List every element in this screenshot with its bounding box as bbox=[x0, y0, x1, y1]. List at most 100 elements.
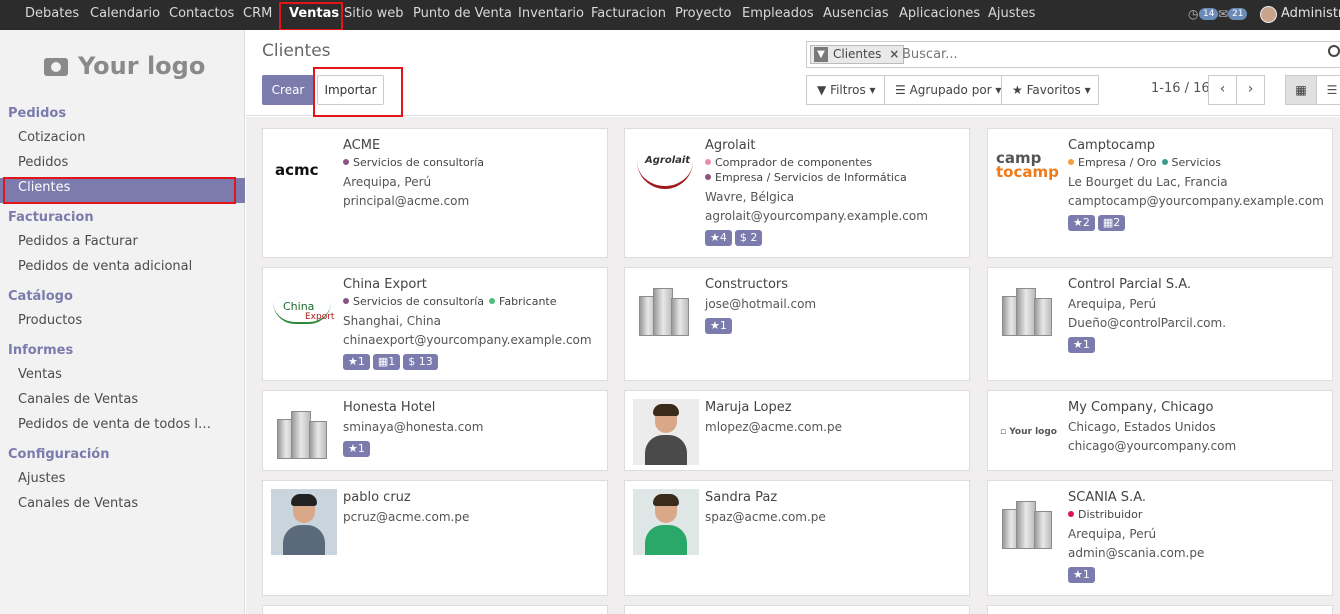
tag-dot bbox=[705, 159, 711, 165]
stat-badge[interactable]: ★1 bbox=[705, 318, 732, 334]
customer-name[interactable]: Maruja Lopez bbox=[705, 400, 792, 415]
logo-text: Export bbox=[305, 312, 335, 322]
customer-card[interactable]: Control Parcial S.A. Arequipa, Perú Dueño@… bbox=[987, 267, 1333, 381]
stat-badge[interactable]: ★1 bbox=[343, 354, 370, 370]
facet-remove-icon[interactable]: × bbox=[889, 47, 899, 61]
search-facet[interactable]: ▼ Clientes × bbox=[810, 45, 905, 64]
customer-name[interactable]: My Company, Chicago bbox=[1068, 400, 1213, 415]
create-button[interactable]: Crear bbox=[262, 75, 314, 105]
sidebar-item-canales-ventas-config[interactable]: Canales de Ventas bbox=[18, 496, 213, 511]
building-shape bbox=[309, 421, 327, 459]
menu-crm[interactable]: CRM bbox=[243, 0, 272, 30]
sidebar-item-pedidos-a-facturar[interactable]: Pedidos a Facturar bbox=[18, 234, 213, 249]
stat-badge[interactable]: ★1 bbox=[1068, 567, 1095, 583]
stat-badge[interactable]: $ 13 bbox=[403, 354, 438, 370]
customer-card-partial[interactable] bbox=[987, 605, 1333, 614]
sidebar-item-ventas[interactable]: Ventas bbox=[18, 367, 213, 382]
filter-icon: ▼ bbox=[814, 47, 828, 62]
menu-punto-de-venta[interactable]: Punto de Venta bbox=[413, 0, 512, 30]
section-facturacion[interactable]: Facturacion bbox=[8, 210, 94, 225]
customer-name[interactable]: Control Parcial S.A. bbox=[1068, 277, 1191, 292]
sidebar-item-canales-de-ventas[interactable]: Canales de Ventas bbox=[18, 392, 213, 407]
customer-name[interactable]: pablo cruz bbox=[343, 490, 411, 505]
stat-badge[interactable]: ▦2 bbox=[1097, 215, 1126, 231]
user-avatar[interactable] bbox=[1260, 6, 1277, 23]
customer-name[interactable]: Honesta Hotel bbox=[343, 400, 435, 415]
stat-badge[interactable]: ★2 bbox=[1068, 215, 1095, 231]
section-catalogo[interactable]: Catálogo bbox=[8, 289, 73, 304]
menu-empleados[interactable]: Empleados bbox=[742, 0, 814, 30]
top-navbar: Debates Calendario Contactos CRM Ventas … bbox=[0, 0, 1340, 31]
chat-icon[interactable]: ✉ bbox=[1218, 7, 1228, 21]
customer-card-partial[interactable] bbox=[262, 605, 608, 614]
menu-inventario[interactable]: Inventario bbox=[518, 0, 584, 30]
sidebar-item-pedidos[interactable]: Pedidos bbox=[18, 155, 213, 170]
pager-previous-icon[interactable]: ‹ bbox=[1208, 75, 1237, 105]
menu-ventas[interactable]: Ventas bbox=[289, 0, 339, 30]
search-input[interactable] bbox=[902, 45, 1322, 64]
search-icon[interactable] bbox=[1328, 45, 1340, 57]
customer-card[interactable]: Constructors jose@hotmail.com ★1 bbox=[624, 267, 970, 381]
menu-facturacion[interactable]: Facturacion bbox=[591, 0, 666, 30]
menu-debates[interactable]: Debates bbox=[25, 0, 79, 30]
customer-detail: Shanghai, China bbox=[343, 314, 441, 328]
groupby-dropdown[interactable]: ☰ Agrupado por ▾ bbox=[884, 75, 1002, 105]
customer-card[interactable]: Honesta Hotel sminaya@honesta.com ★1 bbox=[262, 390, 608, 471]
customer-name[interactable]: Constructors bbox=[705, 277, 788, 292]
customer-detail: agrolait@yourcompany.example.com bbox=[705, 209, 928, 223]
import-button[interactable]: Importar bbox=[317, 75, 384, 105]
customer-name[interactable]: ACME bbox=[343, 138, 380, 153]
favorites-dropdown[interactable]: ★ Favoritos ▾ bbox=[1001, 75, 1099, 105]
pager-next-icon[interactable]: › bbox=[1236, 75, 1265, 105]
stat-badge[interactable]: ★4 bbox=[705, 230, 732, 246]
customer-card[interactable]: SCANIA S.A. Distribuidor Arequipa, Perú adm… bbox=[987, 480, 1333, 596]
customer-name[interactable]: Sandra Paz bbox=[705, 490, 777, 505]
sidebar-item-productos[interactable]: Productos bbox=[18, 313, 213, 328]
stat-badge[interactable]: ★1 bbox=[1068, 337, 1095, 353]
search-bar[interactable]: ▼ Clientes × bbox=[806, 41, 1340, 68]
breadcrumb: Clientes bbox=[262, 41, 331, 61]
section-pedidos[interactable]: Pedidos bbox=[8, 106, 66, 121]
sidebar-item-cotizacion[interactable]: Cotizacion bbox=[18, 130, 213, 145]
customer-card[interactable]: pablo cruz pcruz@acme.com.pe bbox=[262, 480, 608, 596]
tag-dot bbox=[343, 298, 349, 304]
customer-card-partial[interactable] bbox=[624, 605, 970, 614]
user-menu[interactable]: Administrator bbox=[1281, 0, 1340, 30]
customer-name[interactable]: Camptocamp bbox=[1068, 138, 1155, 153]
stat-badge[interactable]: $ 2 bbox=[734, 230, 763, 246]
customer-name[interactable]: China Export bbox=[343, 277, 427, 292]
menu-sitio-web[interactable]: Sitio web bbox=[344, 0, 404, 30]
menu-aplicaciones[interactable]: Aplicaciones bbox=[899, 0, 980, 30]
customer-name[interactable]: SCANIA S.A. bbox=[1068, 490, 1146, 505]
sidebar-item-ajustes[interactable]: Ajustes bbox=[18, 471, 213, 486]
customer-card[interactable]: My Company, Chicago Chicago, Estados Unid… bbox=[987, 390, 1333, 471]
stat-badge[interactable]: ▦1 bbox=[372, 354, 401, 370]
menu-ausencias[interactable]: Ausencias bbox=[823, 0, 889, 30]
customer-card[interactable]: Camptocamp Empresa / Oro Servicios Le Bourg… bbox=[987, 128, 1333, 258]
customer-card[interactable]: Maruja Lopez mlopez@acme.com.pe bbox=[624, 390, 970, 471]
list-icon: ☰ bbox=[895, 83, 906, 97]
stat-badge[interactable]: ★1 bbox=[343, 441, 370, 457]
menu-proyecto[interactable]: Proyecto bbox=[675, 0, 732, 30]
customer-card[interactable]: China Export Servicios de consultoría Fabr… bbox=[262, 267, 608, 381]
list-view-icon[interactable]: ☰ bbox=[1316, 75, 1340, 105]
customer-detail: Arequipa, Perú bbox=[1068, 527, 1157, 541]
kanban-view-icon[interactable]: ▦ bbox=[1285, 75, 1317, 105]
sidebar-item-pedidos-todos[interactable]: Pedidos de venta de todos los… bbox=[18, 417, 213, 432]
customer-card[interactable]: Agrolait Comprador de componentes Empresa … bbox=[624, 128, 970, 258]
filters-dropdown[interactable]: ▼ Filtros ▾ bbox=[806, 75, 885, 105]
menu-calendario[interactable]: Calendario bbox=[90, 0, 160, 30]
tag-dot bbox=[1161, 159, 1168, 165]
section-informes[interactable]: Informes bbox=[8, 343, 73, 358]
menu-ajustes[interactable]: Ajustes bbox=[988, 0, 1035, 30]
clock-icon[interactable]: ◷ bbox=[1188, 7, 1198, 21]
sidebar-item-pedidos-venta-adicional[interactable]: Pedidos de venta adicional bbox=[18, 259, 213, 274]
customer-card[interactable]: ACME Servicios de consultoría Arequipa, Pe… bbox=[262, 128, 608, 258]
customer-detail: camptocamp@yourcompany.example.com bbox=[1068, 194, 1324, 208]
customer-name[interactable]: Agrolait bbox=[705, 138, 755, 153]
sidebar-item-clientes[interactable]: Clientes bbox=[18, 180, 213, 195]
menu-contactos[interactable]: Contactos bbox=[169, 0, 234, 30]
customer-card[interactable]: Sandra Paz spaz@acme.com.pe bbox=[624, 480, 970, 596]
pager-value[interactable]: 1-16 / 16 bbox=[1151, 81, 1210, 96]
section-configuracion[interactable]: Configuración bbox=[8, 447, 109, 462]
